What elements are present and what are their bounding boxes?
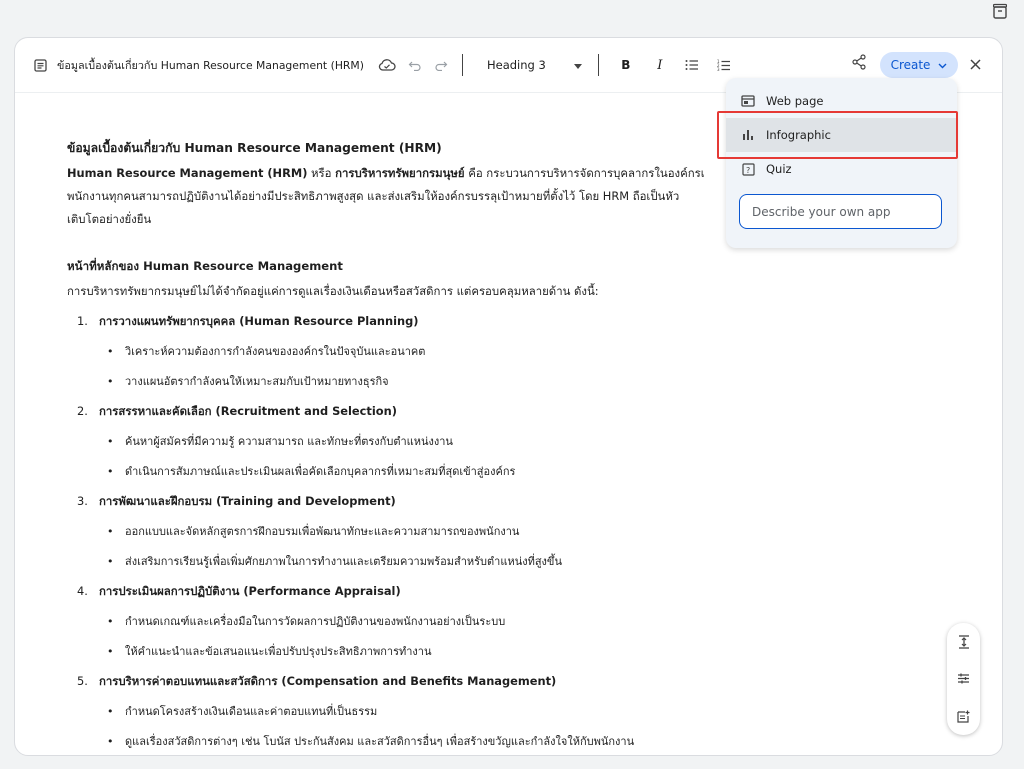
bullet-text: วางแผนอัตรากำลังคนให้เหมาะสมกับเป้าหมายท… bbox=[125, 375, 389, 388]
section-heading: หน้าที่หลักของ Human Resource Management bbox=[67, 259, 343, 273]
svg-text:?: ? bbox=[746, 166, 750, 175]
list-number: 1. bbox=[77, 314, 88, 328]
bullet-text: ออกแบบและจัดหลักสูตรการฝึกอบรมเพื่อพัฒนา… bbox=[125, 525, 520, 538]
bullet-item: • วิเคราะห์ความต้องการกำลังคนขององค์กรในป… bbox=[107, 346, 425, 357]
create-button[interactable]: Create bbox=[880, 52, 958, 78]
bullet-dot: • bbox=[107, 615, 114, 628]
bullet-dot: • bbox=[107, 345, 114, 358]
bullet-text: ค้นหาผู้สมัครที่มีความรู้ ความสามารถ และ… bbox=[125, 435, 453, 448]
italic-button[interactable]: I bbox=[649, 54, 671, 76]
bullet-item: • ให้คำแนะนำและข้อเสนอแนะเพื่อปรับปรุงประ… bbox=[107, 646, 432, 657]
chevron-down-icon bbox=[938, 58, 947, 72]
intro-line: เติบโตอย่างยั่งยืน bbox=[67, 212, 152, 226]
bullet-item: • ส่งเสริมการเรียนรู้เพื่อเพิ่มศักยภาพในก… bbox=[107, 556, 562, 567]
list-number: 5. bbox=[77, 674, 88, 688]
bullet-item: • วางแผนอัตรากำลังคนให้เหมาะสมกับเป้าหมาย… bbox=[107, 376, 389, 387]
list-item-title: การบริหารค่าตอบแทนและสวัสดิการ (Compensa… bbox=[99, 674, 557, 688]
bullet-item: • กำหนดเกณฑ์และเครื่องมือในการวัดผลการปฏิ… bbox=[107, 616, 505, 627]
list-item: 1. การวางแผนทรัพยากรบุคคล (Human Resource… bbox=[77, 314, 419, 328]
intro-line: พนักงานทุกคนสามารถปฏิบัติงานได้อย่างมีปร… bbox=[67, 189, 680, 203]
list-item-title: การประเมินผลการปฏิบัติงาน (Performance A… bbox=[99, 584, 401, 598]
text-style-dropdown[interactable]: Heading 3 bbox=[473, 58, 586, 72]
document-card: ข้อมูลเบื้องต้นเกี่ยวกับ Human Resource … bbox=[14, 37, 1003, 756]
bullet-dot: • bbox=[107, 645, 114, 658]
bullet-text: กำหนดโครงสร้างเงินเดือนและค่าตอบแทนที่เป… bbox=[125, 705, 378, 718]
intro-term-en: Human Resource Management (HRM) bbox=[67, 166, 308, 180]
bullet-dot: • bbox=[107, 465, 114, 478]
undo-icon[interactable] bbox=[404, 54, 426, 76]
describe-app-input[interactable]: Describe your own app bbox=[739, 194, 942, 229]
bullet-text: ส่งเสริมการเรียนรู้เพื่อเพิ่มศักยภาพในกา… bbox=[125, 555, 562, 568]
bulleted-list-icon[interactable] bbox=[681, 54, 703, 76]
floating-tool-panel bbox=[947, 623, 980, 735]
caret-down-icon bbox=[573, 58, 582, 72]
bullet-dot: • bbox=[107, 525, 114, 538]
section-intro: การบริหารทรัพยากรมนุษย์ไม่ได้จำกัดอยู่แค… bbox=[67, 284, 599, 298]
intro-line: Human Resource Management (HRM) หรือ การ… bbox=[67, 166, 705, 180]
list-number: 4. bbox=[77, 584, 88, 598]
svg-text:3: 3 bbox=[717, 67, 720, 72]
bullet-item: • กำหนดโครงสร้างเงินเดือนและค่าตอบแทนที่เ… bbox=[107, 706, 377, 717]
text-style-label: Heading 3 bbox=[486, 58, 546, 72]
intro-term-th: การบริหารทรัพยากรมนุษย์ bbox=[335, 166, 465, 180]
bullet-text: กำหนดเกณฑ์และเครื่องมือในการวัดผลการปฏิบ… bbox=[125, 615, 506, 628]
list-item-title: การวางแผนทรัพยากรบุคคล (Human Resource P… bbox=[99, 314, 419, 328]
archive-icon[interactable] bbox=[991, 2, 1009, 20]
list-item: 4. การประเมินผลการปฏิบัติงาน (Performance… bbox=[77, 584, 401, 598]
list-item-title: การสรรหาและคัดเลือก (Recruitment and Sel… bbox=[99, 404, 397, 418]
bullet-item: • ดำเนินการสัมภาษณ์และประเมินผลเพื่อคัดเล… bbox=[107, 466, 515, 477]
expand-vertical-icon[interactable] bbox=[956, 634, 972, 650]
share-icon[interactable] bbox=[851, 54, 867, 74]
numbered-list-icon[interactable]: 123 bbox=[713, 54, 735, 76]
web-page-icon bbox=[740, 93, 756, 109]
bullet-item: • ออกแบบและจัดหลักสูตรการฝึกอบรมเพื่อพัฒน… bbox=[107, 526, 519, 537]
bullet-text: ให้คำแนะนำและข้อเสนอแนะเพื่อปรับปรุงประส… bbox=[125, 645, 432, 658]
toolbar-divider bbox=[597, 54, 599, 76]
redo-icon[interactable] bbox=[430, 54, 452, 76]
bullet-item: • ดูแลเรื่องสวัสดิการต่างๆ เช่น โบนัส ประ… bbox=[107, 736, 634, 747]
bullet-dot: • bbox=[107, 375, 114, 388]
add-note-icon[interactable] bbox=[956, 708, 972, 724]
quiz-icon: ? bbox=[740, 161, 756, 177]
menu-item-label: Quiz bbox=[766, 162, 792, 176]
selection-highlight bbox=[717, 111, 958, 159]
list-item: 2. การสรรหาและคัดเลือก (Recruitment and S… bbox=[77, 404, 397, 418]
bullet-item: • ค้นหาผู้สมัครที่มีความรู้ ความสามารถ แล… bbox=[107, 436, 453, 447]
toolbar-divider bbox=[461, 54, 463, 76]
document-heading: ข้อมูลเบื้องต้นเกี่ยวกับ Human Resource … bbox=[67, 141, 442, 155]
intro-rest: คือ กระบวนการบริหารจัดการบุคลากรในองค์กร… bbox=[464, 166, 705, 180]
document-icon bbox=[33, 58, 47, 72]
list-item: 3. การพัฒนาและฝึกอบรม (Training and Devel… bbox=[77, 494, 396, 508]
list-item-title: การพัฒนาและฝึกอบรม (Training and Develop… bbox=[99, 494, 396, 508]
close-icon[interactable] bbox=[965, 54, 985, 74]
intro-connector: หรือ bbox=[307, 166, 336, 180]
document-title[interactable]: ข้อมูลเบื้องต้นเกี่ยวกับ Human Resource … bbox=[57, 57, 364, 74]
cloud-saved-icon[interactable] bbox=[376, 54, 398, 76]
list-item: 5. การบริหารค่าตอบแทนและสวัสดิการ (Compen… bbox=[77, 674, 557, 688]
bullet-dot: • bbox=[107, 735, 114, 748]
bold-button[interactable]: B bbox=[615, 54, 637, 76]
menu-item-label: Web page bbox=[766, 94, 824, 108]
list-number: 3. bbox=[77, 494, 88, 508]
create-button-label: Create bbox=[890, 58, 931, 72]
bullet-dot: • bbox=[107, 435, 114, 448]
bullet-dot: • bbox=[107, 555, 114, 568]
bullet-text: ดำเนินการสัมภาษณ์และประเมินผลเพื่อคัดเลื… bbox=[125, 465, 516, 478]
adjust-icon[interactable] bbox=[956, 671, 972, 687]
list-number: 2. bbox=[77, 404, 88, 418]
bullet-text: วิเคราะห์ความต้องการกำลังคนขององค์กรในปั… bbox=[125, 345, 426, 358]
bullet-dot: • bbox=[107, 705, 114, 718]
bullet-text: ดูแลเรื่องสวัสดิการต่างๆ เช่น โบนัส ประก… bbox=[125, 735, 635, 748]
